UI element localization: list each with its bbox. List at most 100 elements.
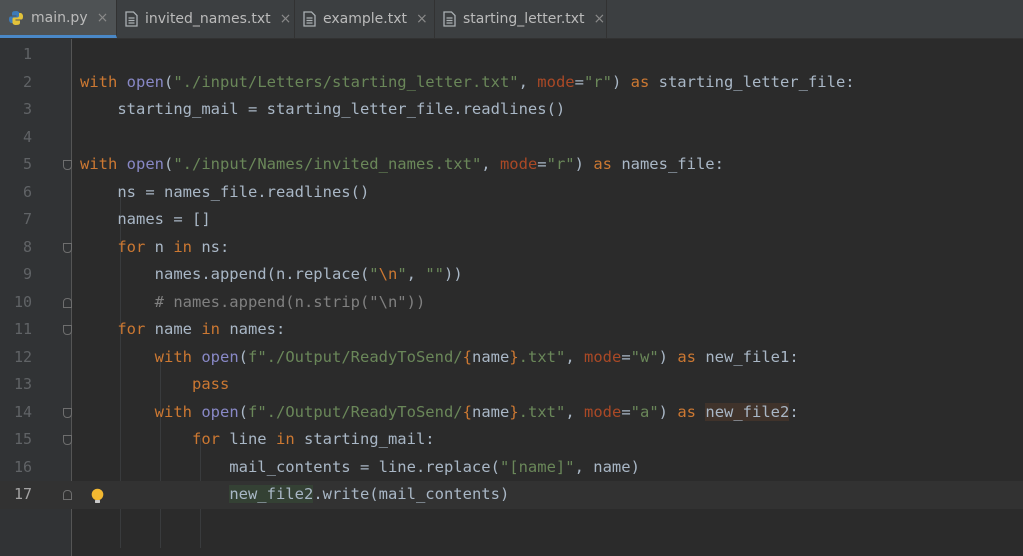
fold-marker-icon[interactable] [63, 297, 72, 308]
code-line: 3 starting_mail = starting_letter_file.r… [0, 96, 1023, 124]
code-token: mail_contents = line.replace( [80, 457, 500, 476]
code-token: , [565, 347, 584, 366]
close-icon[interactable]: × [416, 11, 428, 27]
code-token: ( [164, 155, 174, 173]
string-token: f"./Output/ReadyToSend/ [248, 347, 463, 366]
code-token: n [145, 237, 174, 256]
code-line: 2 with open("./input/Letters/starting_le… [0, 69, 1023, 97]
code-token: : [789, 402, 799, 421]
keyword-token: in [201, 320, 220, 338]
code-token: , [565, 402, 584, 421]
code-token: ( [238, 347, 248, 366]
tab-example-txt[interactable]: example.txt × [295, 0, 435, 38]
keyword-token: with [154, 347, 192, 366]
tab-main-py[interactable]: main.py × [0, 0, 117, 38]
line-number: 2 [22, 72, 32, 91]
keyword-token: in [173, 237, 192, 256]
code-token: , name) [574, 457, 640, 476]
fold-marker-icon[interactable] [63, 242, 72, 253]
string-token: "./input/Letters/starting_letter.txt" [173, 72, 519, 91]
keyword-token: as [593, 155, 612, 173]
code-text: for name in names: [80, 316, 285, 344]
code-token: = [574, 72, 584, 91]
fstring-brace-token: { [462, 347, 472, 366]
code-token: ) [658, 402, 678, 421]
code-token: starting_mail: [294, 430, 435, 448]
string-token: " [397, 265, 407, 283]
code-line: 8 for n in ns: [0, 234, 1023, 262]
code-token: names.append(n.replace( [80, 265, 370, 283]
builtin-token: open [201, 347, 239, 366]
keyword-token: in [275, 430, 295, 448]
text-file-icon [303, 11, 316, 27]
close-icon[interactable]: × [594, 11, 606, 27]
tab-label: main.py [31, 9, 88, 26]
code-text: ns = names_file.readlines() [80, 179, 369, 207]
code-text: pass [80, 371, 229, 399]
line-number: 13 [13, 375, 32, 393]
keyword-token: as [677, 347, 697, 366]
tab-starting-letter-txt[interactable]: starting_letter.txt × [435, 0, 607, 38]
fstring-brace-token: } [509, 402, 519, 421]
fold-marker-icon[interactable] [63, 435, 72, 445]
code-token: new_file1: [696, 347, 799, 366]
keyword-token: as [677, 402, 697, 421]
param-token: mode [584, 347, 622, 366]
fold-marker-icon[interactable] [63, 490, 72, 500]
read-usage-highlight: new_file2 [229, 485, 314, 503]
code-text: names.append(n.replace("\n", "")) [80, 261, 463, 289]
code-text: mail_contents = line.replace("[name]", n… [80, 454, 640, 482]
line-number: 9 [22, 265, 32, 283]
tab-invited-names-txt[interactable]: invited_names.txt × [117, 0, 295, 38]
string-token: "a" [630, 402, 659, 421]
code-line: 15 for line in starting_mail: [0, 426, 1023, 454]
close-icon[interactable]: × [280, 11, 292, 27]
param-token: mode [537, 72, 575, 91]
code-line: 9 names.append(n.replace("\n", "")) [0, 261, 1023, 289]
close-icon[interactable]: × [97, 10, 109, 26]
fold-marker-icon[interactable] [63, 325, 72, 335]
keyword-token: with [80, 155, 118, 173]
code-token: ) [658, 347, 678, 366]
code-line: 1 [0, 41, 1023, 69]
code-line: 14 with open(f"./Output/ReadyToSend/{nam… [0, 399, 1023, 427]
keyword-token: with [80, 72, 118, 91]
keyword-token: with [154, 402, 192, 421]
line-number: 3 [22, 100, 32, 118]
comment-token: # names.append(n.strip("\n")) [154, 292, 426, 311]
code-token: = [621, 347, 631, 366]
line-number: 15 [13, 430, 32, 448]
fstring-brace-token: } [509, 347, 519, 366]
param-token: mode [499, 155, 538, 173]
tab-label: example.txt [323, 11, 407, 27]
line-number: 1 [22, 45, 32, 63]
code-token: , [518, 72, 538, 91]
code-text: for n in ns: [80, 234, 229, 262]
code-token: starting_mail = starting_letter_file.rea… [80, 100, 566, 118]
string-token: " [369, 265, 379, 283]
code-line: 5 with open("./input/Names/invited_names… [0, 151, 1023, 179]
code-line: 6 ns = names_file.readlines() [0, 179, 1023, 207]
code-token: names: [220, 320, 286, 338]
code-token: , [406, 265, 426, 283]
line-number: 5 [22, 155, 32, 173]
line-number: 4 [22, 127, 32, 146]
string-token: "./input/Names/invited_names.txt" [173, 155, 482, 173]
fold-marker-icon[interactable] [63, 407, 72, 418]
code-token: = [621, 402, 631, 421]
fold-marker-icon[interactable] [63, 160, 72, 170]
line-number: 6 [22, 182, 32, 201]
line-number: 10 [13, 292, 32, 311]
code-line: 13 pass [0, 371, 1023, 399]
code-token: names_file: [611, 155, 724, 173]
code-line: 4 [0, 124, 1023, 152]
code-text: names = [] [80, 206, 210, 234]
code-editor[interactable]: 1 2 with open("./input/Letters/starting_… [0, 39, 1023, 556]
